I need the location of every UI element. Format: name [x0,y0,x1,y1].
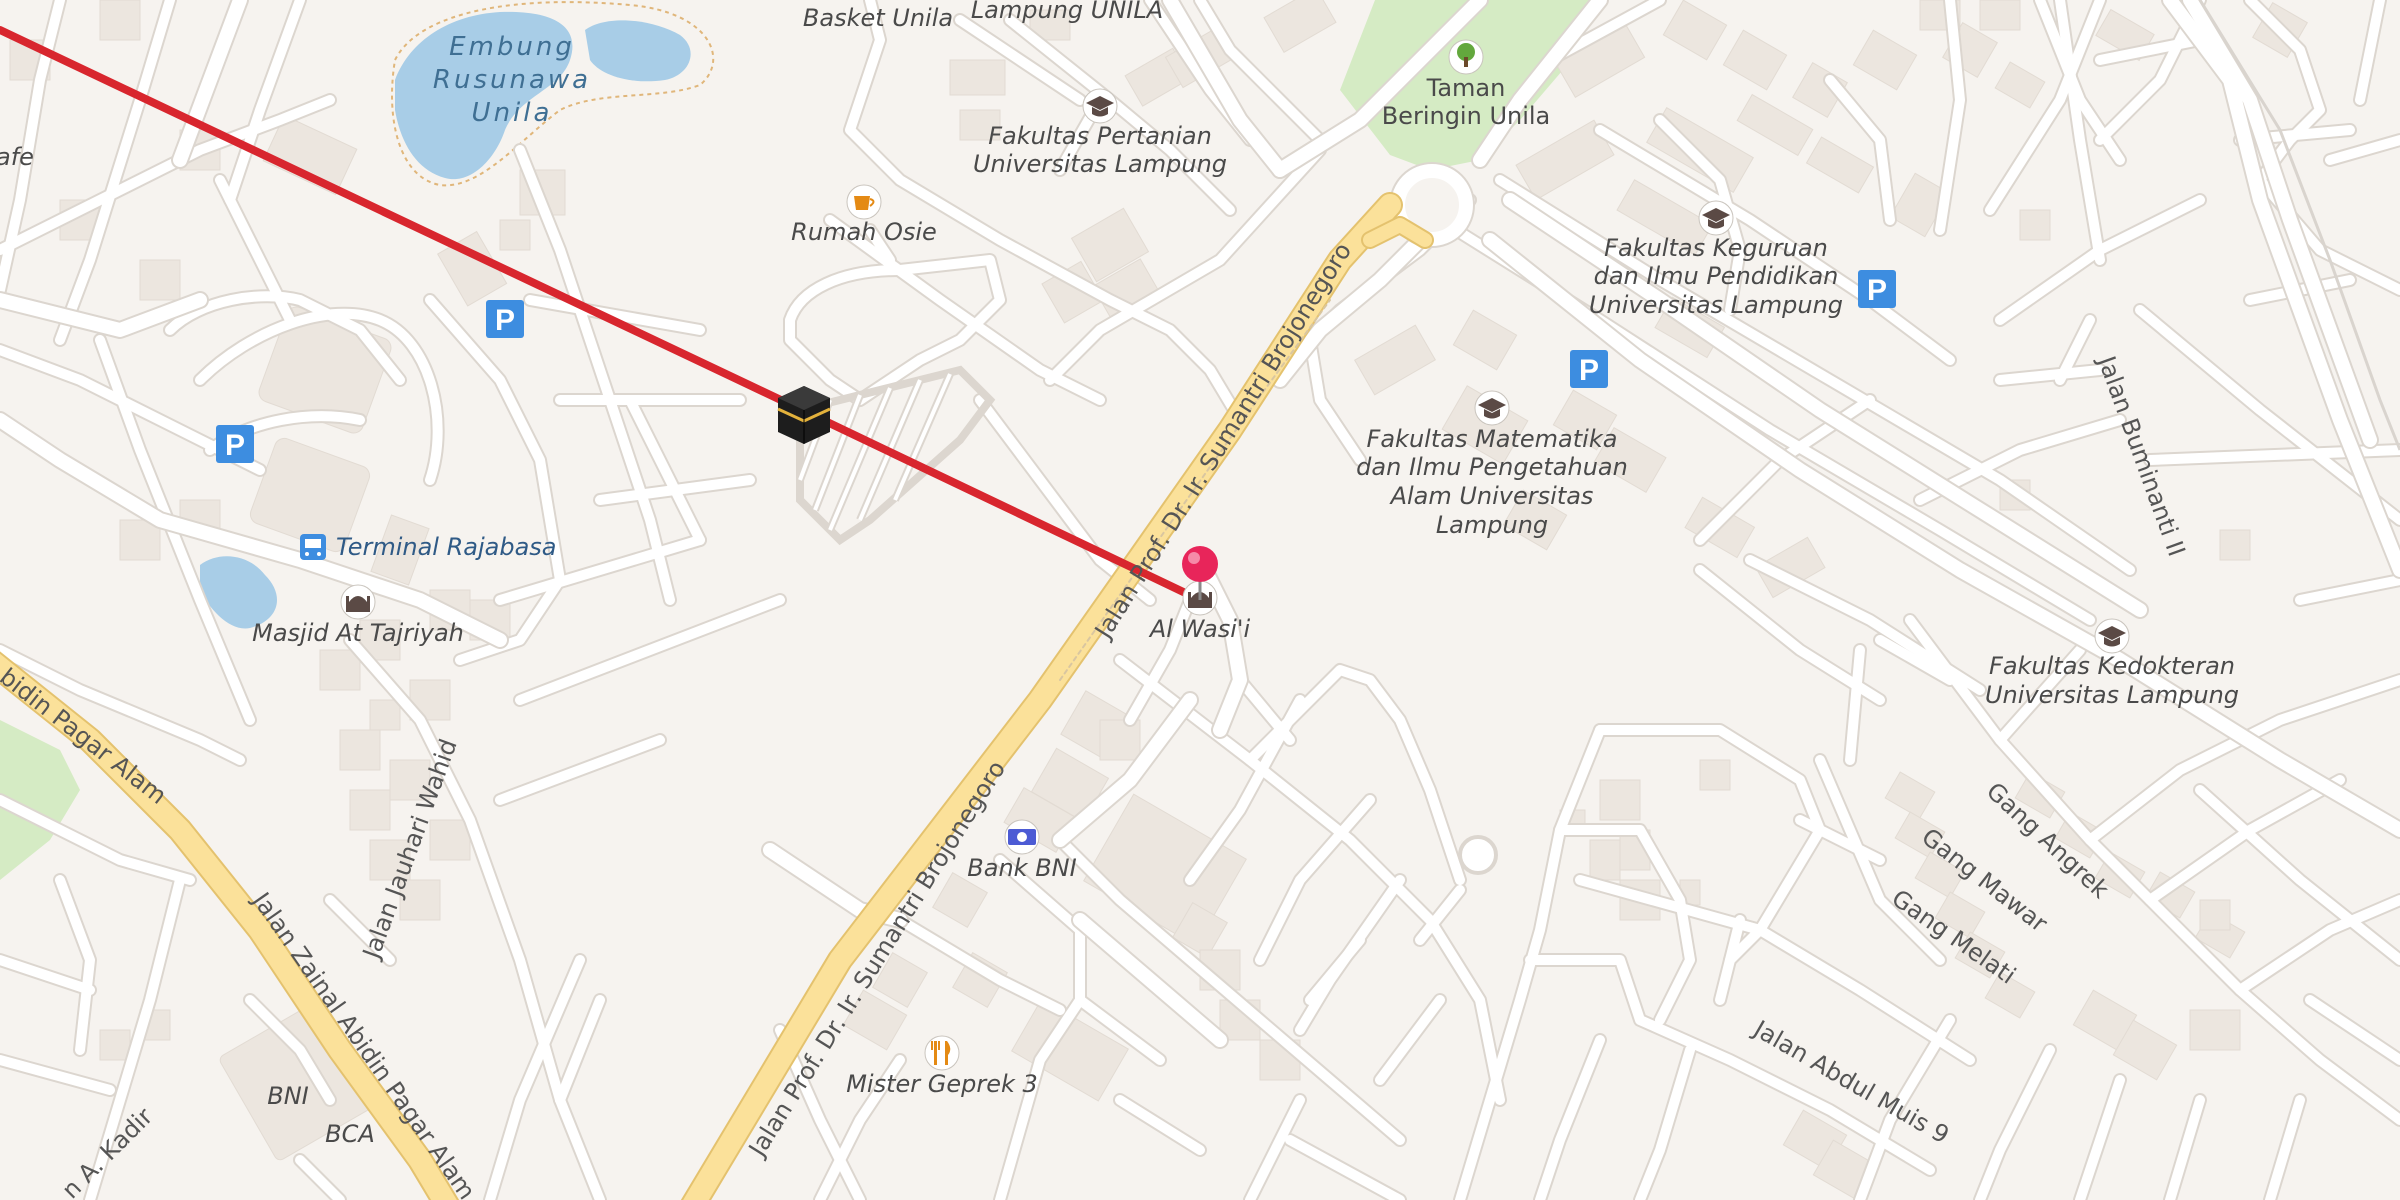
parking-letter: P [225,429,245,462]
poi-label-fak-mipa-3: Alam Universitas [1389,482,1594,510]
poi-label-lampung-unila: Lampung UNILA [971,0,1163,24]
poi-label-mister-geprek: Mister Geprek 3 [846,1070,1038,1098]
poi-label-bca: BCA [325,1120,375,1148]
poi-label-fak-kedokteran-2: Universitas Lampung [1985,681,2239,709]
poi-label-basket-unila: Basket Unila [803,4,953,32]
poi-label-masjid: Masjid At Tajriyah [252,619,464,647]
poi-label-fak-keguruan-3: Universitas Lampung [1589,291,1843,319]
park-label-line-2: Beringin Unila [1382,102,1551,130]
poi-label-rumah-osie: Rumah Osie [791,218,937,246]
water-label-line-1: Embung [449,32,575,62]
parking-icon[interactable]: P [216,425,254,463]
water-label-line-2: Rusunawa [433,65,591,95]
map-view[interactable]: Jalan Prof. Dr. Ir. Sumantri Brojonegoro… [0,0,2400,1200]
poi-label-cafe-partial: afe [0,143,34,171]
poi-label-fak-kedokteran-1: Fakultas Kedokteran [1989,652,2235,680]
poi-terminal-rajabasa[interactable]: Terminal Rajabasa [300,533,557,561]
poi-label-terminal: Terminal Rajabasa [336,533,557,561]
poi-label-bank-bni: Bank BNI [967,854,1076,882]
parking-icon[interactable]: P [486,300,524,338]
parking-icon[interactable]: P [1570,350,1608,388]
poi-label-fak-pertanian-2: Universitas Lampung [973,150,1227,178]
water-label-line-3: Unila [472,98,553,128]
park-label-line-1: Taman [1426,74,1506,102]
poi-label-fak-pertanian-1: Fakultas Pertanian [988,122,1212,150]
poi-label-bni: BNI [267,1082,309,1110]
kaaba-icon[interactable] [777,386,831,444]
map-canvas[interactable]: Jalan Prof. Dr. Ir. Sumantri Brojonegoro… [0,0,2400,1200]
poi-label-fak-keguruan-1: Fakultas Keguruan [1604,234,1828,262]
poi-label-al-wasii: Al Wasi'i [1148,615,1251,643]
parking-letter: P [1579,354,1599,387]
bus-icon [300,534,326,560]
parking-icon[interactable]: P [1858,270,1896,308]
poi-label-fak-mipa-2: dan Ilmu Pengetahuan [1356,453,1628,481]
parking-letter: P [1867,274,1887,307]
poi-label-fak-keguruan-2: dan Ilmu Pendidikan [1594,262,1839,290]
poi-label-fak-mipa-1: Fakultas Matematika [1367,425,1618,453]
banknote-icon [1008,829,1036,845]
poi-label-fak-mipa-4: Lampung [1436,511,1548,539]
parking-letter: P [495,304,515,337]
